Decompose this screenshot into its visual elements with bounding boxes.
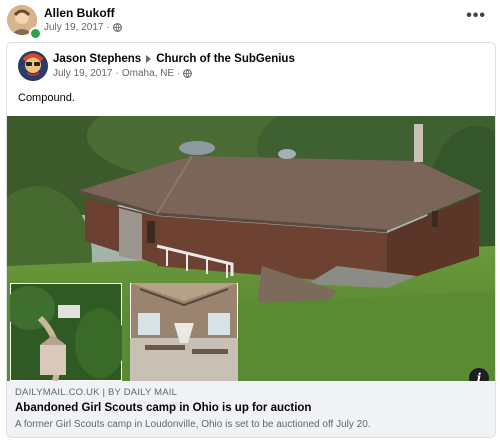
link-domain: DAILYMAIL.CO.UK | BY DAILY MAIL (15, 387, 178, 398)
globe-icon (183, 69, 193, 78)
online-status-dot (29, 27, 42, 40)
group-name[interactable]: Church of the SubGenius (156, 53, 295, 65)
shared-post-meta: July 19, 2017 · Omaha, NE · (53, 68, 193, 79)
link-preview-image[interactable] (7, 116, 495, 381)
shared-post-date[interactable]: July 19, 2017 (53, 68, 113, 79)
more-options-icon[interactable]: ••• (466, 7, 486, 25)
post-meta: July 19, 2017 · (44, 22, 122, 33)
caret-right-icon (146, 55, 152, 63)
shared-post-card: Jason Stephens Church of the SubGenius J… (6, 42, 496, 438)
shared-post-text: Compound. (18, 92, 75, 104)
post-date[interactable]: July 19, 2017 (44, 22, 104, 33)
link-description: A former Girl Scouts camp in Loudonville… (15, 419, 371, 430)
shared-post-location[interactable]: Omaha, NE (122, 68, 174, 79)
shared-author-name[interactable]: Jason Stephens (53, 53, 141, 65)
globe-icon (112, 23, 122, 32)
shared-post-header: Jason Stephens Church of the SubGenius (53, 53, 295, 65)
post-author-name[interactable]: Allen Bukoff (44, 6, 115, 20)
link-title[interactable]: Abandoned Girl Scouts camp in Ohio is up… (15, 402, 311, 414)
link-preview-card[interactable]: DAILYMAIL.CO.UK | BY DAILY MAIL Abandone… (7, 381, 495, 437)
shared-author-avatar[interactable] (18, 51, 48, 81)
